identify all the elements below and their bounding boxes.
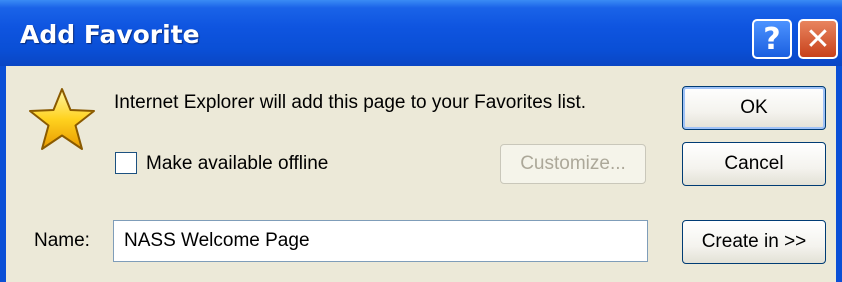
create-in-button[interactable]: Create in >> xyxy=(682,220,826,264)
info-message: Internet Explorer will add this page to … xyxy=(114,92,587,113)
cancel-button[interactable]: Cancel xyxy=(682,142,826,186)
close-button[interactable]: ✕ xyxy=(798,19,838,59)
window-frame-right xyxy=(836,66,842,282)
close-icon: ✕ xyxy=(805,21,831,57)
title-bar[interactable]: Add Favorite ? ✕ xyxy=(0,0,842,66)
ok-button[interactable]: OK xyxy=(682,86,826,130)
name-input[interactable] xyxy=(113,220,648,262)
window-frame-left xyxy=(0,66,6,282)
name-label: Name: xyxy=(34,230,90,251)
help-icon: ? xyxy=(763,21,781,57)
favorites-star-icon xyxy=(29,88,95,150)
dialog-title: Add Favorite xyxy=(20,20,200,49)
help-button[interactable]: ? xyxy=(752,19,792,59)
offline-checkbox[interactable] xyxy=(115,152,137,174)
add-favorite-dialog: Add Favorite ? ✕ Internet Explorer will … xyxy=(0,0,842,282)
customize-button: Customize... xyxy=(500,144,646,184)
offline-checkbox-label[interactable]: Make available offline xyxy=(146,153,328,175)
